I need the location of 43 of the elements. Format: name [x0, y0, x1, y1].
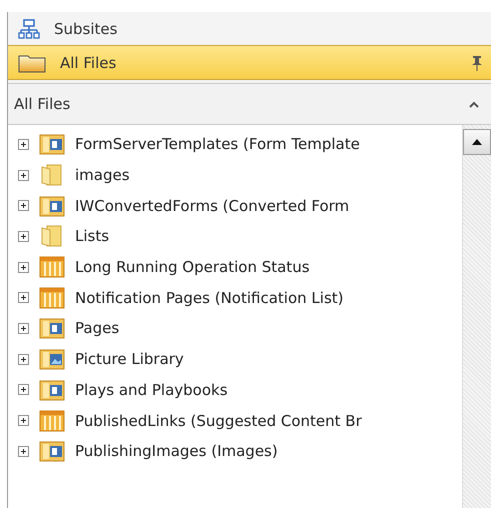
- scroll-up-button[interactable]: [463, 129, 491, 155]
- expand-icon[interactable]: [18, 322, 29, 334]
- up-arrow-icon: [472, 139, 482, 145]
- tree-item[interactable]: Plays and Playbooks: [75, 380, 228, 399]
- tree-item[interactable]: Notification Pages (Notification List): [75, 288, 344, 307]
- nav-label: Subsites: [54, 20, 118, 38]
- expand-icon[interactable]: [18, 138, 29, 150]
- scrollbar[interactable]: [462, 125, 491, 508]
- document-library-icon: [39, 317, 65, 340]
- expand-icon[interactable]: [18, 415, 29, 426]
- tree-item[interactable]: Picture Library: [75, 350, 184, 368]
- collapse-icon[interactable]: [469, 100, 479, 108]
- site-hierarchy-icon: [18, 18, 40, 38]
- expand-icon[interactable]: [18, 200, 29, 212]
- nav-item[interactable]: All Files: [8, 45, 491, 80]
- tree-item[interactable]: PublishedLinks (Suggested Content Br: [75, 412, 362, 430]
- expand-icon[interactable]: [18, 262, 29, 273]
- tree-item[interactable]: PublishingImages (Images): [75, 442, 278, 460]
- picture-library-icon: [39, 348, 65, 370]
- expand-icon[interactable]: [18, 384, 29, 396]
- tree-item[interactable]: Pages: [75, 319, 120, 338]
- section-title: All Files: [14, 95, 72, 113]
- tree-item[interactable]: FormServerTemplates (Form Template: [75, 135, 360, 154]
- nav-label: All Files: [60, 54, 118, 72]
- document-library-icon: [39, 378, 65, 401]
- tree-item[interactable]: IWConvertedForms (Converted Form: [75, 196, 350, 215]
- expand-icon[interactable]: [18, 170, 29, 181]
- tree-item[interactable]: images: [75, 166, 130, 184]
- nav-item[interactable]: Subsites: [8, 12, 491, 45]
- document-library-icon: [39, 194, 65, 217]
- tree-item[interactable]: Lists: [75, 227, 110, 246]
- document-library-icon: [39, 440, 65, 462]
- document-library-icon: [39, 133, 65, 156]
- tree-item[interactable]: Long Running Operation Status: [75, 258, 310, 276]
- expand-icon[interactable]: [18, 354, 29, 365]
- expand-icon[interactable]: [18, 292, 29, 304]
- list-icon: [39, 286, 65, 309]
- expand-icon[interactable]: [18, 230, 29, 242]
- list-icon: [39, 256, 65, 278]
- folder-icon: [18, 52, 46, 72]
- pin-icon[interactable]: [471, 54, 483, 70]
- list-icon: [39, 410, 65, 432]
- expand-icon[interactable]: [18, 446, 29, 457]
